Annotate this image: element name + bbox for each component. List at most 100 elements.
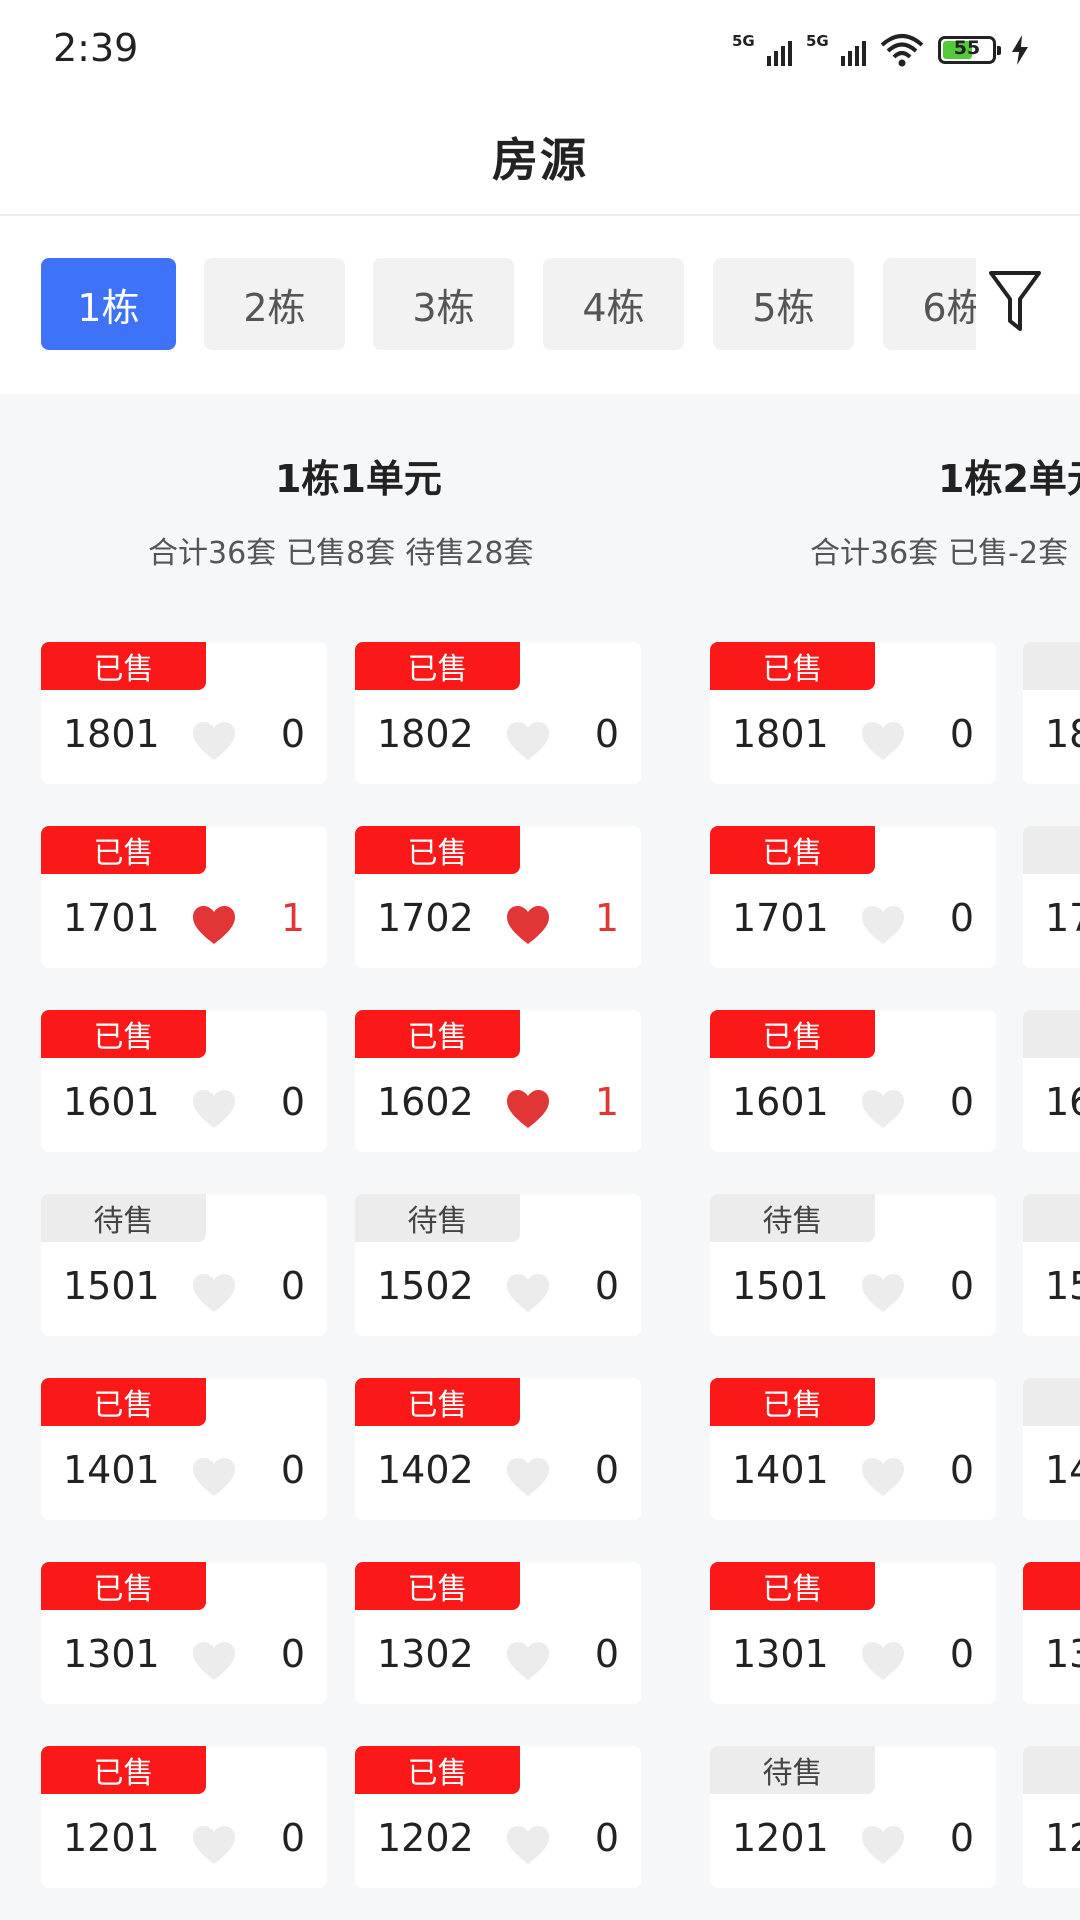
room-number: 1701 — [732, 896, 829, 940]
room-card[interactable]: 已售 1601 0 — [710, 1010, 996, 1152]
status-badge: 待 — [1023, 1378, 1080, 1426]
heart-icon[interactable] — [505, 720, 551, 762]
room-number: 1302 — [377, 1632, 474, 1676]
tab-building-6[interactable]: 6栋 — [883, 258, 976, 350]
heart-icon[interactable] — [191, 904, 237, 946]
room-card[interactable]: 已售 1801 0 — [41, 642, 327, 784]
status-badge: 已售 — [355, 1378, 520, 1426]
heart-icon[interactable] — [860, 1456, 906, 1498]
heart-icon[interactable] — [505, 1824, 551, 1866]
heart-icon[interactable] — [191, 1088, 237, 1130]
unit-sold: 已售8套 — [286, 536, 396, 571]
favorite-count: 0 — [949, 1448, 974, 1492]
status-icons: 5G 5G 55 — [732, 30, 1030, 70]
heart-icon[interactable] — [191, 1824, 237, 1866]
charging-icon — [1012, 35, 1028, 65]
heart-icon[interactable] — [191, 1640, 237, 1682]
heart-icon[interactable] — [191, 1272, 237, 1314]
room-number: 1502 — [377, 1264, 474, 1308]
room-card[interactable]: 已售 1802 0 — [355, 642, 641, 784]
heart-icon[interactable] — [860, 1824, 906, 1866]
room-card[interactable]: 待 16 — [1023, 1010, 1080, 1152]
status-badge: 已售 — [710, 826, 875, 874]
status-badge: 已售 — [355, 1746, 520, 1794]
room-card[interactable]: 已售 1301 0 — [710, 1562, 996, 1704]
room-number: 1301 — [732, 1632, 829, 1676]
room-number: 13 — [1045, 1632, 1080, 1676]
header: 房源 — [0, 100, 1080, 216]
room-number: 1801 — [63, 712, 160, 756]
tab-building-3[interactable]: 3栋 — [373, 258, 514, 350]
room-card[interactable]: 已售 1702 1 — [355, 826, 641, 968]
status-badge: 待售 — [355, 1194, 520, 1242]
heart-icon[interactable] — [860, 1272, 906, 1314]
room-card[interactable]: 待 14 — [1023, 1378, 1080, 1520]
wifi-icon — [880, 34, 924, 67]
room-card[interactable]: 已售 1201 0 — [41, 1746, 327, 1888]
room-card[interactable]: 已售 1801 0 — [710, 642, 996, 784]
room-card[interactable]: 待 18 — [1023, 642, 1080, 784]
room-card[interactable]: 待 17 — [1023, 826, 1080, 968]
room-number: 1801 — [732, 712, 829, 756]
room-card[interactable]: 待 15 — [1023, 1194, 1080, 1336]
heart-icon[interactable] — [191, 1456, 237, 1498]
tab-building-5[interactable]: 5栋 — [713, 258, 854, 350]
status-badge: 已售 — [41, 642, 206, 690]
status-badge: 已售 — [355, 642, 520, 690]
room-card[interactable]: 已售 1701 1 — [41, 826, 327, 968]
unit-title: 1栋1单元 — [275, 457, 442, 501]
favorite-count: 0 — [949, 1632, 974, 1676]
status-badge: 已售 — [710, 1378, 875, 1426]
room-card[interactable]: 已售 1401 0 — [41, 1378, 327, 1520]
room-card[interactable]: 已售 1301 0 — [41, 1562, 327, 1704]
room-card[interactable]: 已售 1402 0 — [355, 1378, 641, 1520]
tab-building-1[interactable]: 1栋 — [41, 258, 176, 350]
room-number: 1401 — [732, 1448, 829, 1492]
building-tabs[interactable]: 1栋 2栋 3栋 4栋 5栋 6栋 — [0, 216, 976, 394]
heart-icon[interactable] — [505, 1456, 551, 1498]
room-number: 1401 — [63, 1448, 160, 1492]
heart-icon[interactable] — [860, 1640, 906, 1682]
status-badge: 已售 — [710, 1010, 875, 1058]
heart-icon[interactable] — [505, 1272, 551, 1314]
room-card[interactable]: 待售 1501 0 — [41, 1194, 327, 1336]
room-card[interactable]: 已售 1202 0 — [355, 1746, 641, 1888]
status-badge: 已售 — [710, 642, 875, 690]
status-badge: 待售 — [710, 1746, 875, 1794]
room-card[interactable]: 已售 1401 0 — [710, 1378, 996, 1520]
room-card[interactable]: 待 12 — [1023, 1746, 1080, 1888]
heart-icon[interactable] — [505, 1088, 551, 1130]
app-screen: 2:39 5G 5G 55 房源 1栋 2栋 3栋 4栋 5栋 6栋 1栋1单元… — [0, 0, 1080, 1920]
tab-building-4[interactable]: 4栋 — [543, 258, 684, 350]
favorite-count: 0 — [594, 712, 619, 756]
units-scroll-area[interactable]: 1栋1单元 合计36套已售8套待售28套 1栋2单元 合计36套已售-2套 已售… — [0, 394, 1080, 1920]
favorite-count: 0 — [280, 1080, 305, 1124]
unit-pending: 待售28套 — [405, 536, 534, 571]
filter-button[interactable] — [985, 266, 1045, 336]
room-card[interactable]: 待售 1502 0 — [355, 1194, 641, 1336]
status-badge: 已售 — [41, 1746, 206, 1794]
heart-icon[interactable] — [505, 904, 551, 946]
room-number: 17 — [1045, 896, 1080, 940]
network-type-label: 5G — [732, 32, 755, 50]
room-number: 1301 — [63, 1632, 160, 1676]
unit-title: 1栋2单元 — [938, 457, 1080, 501]
heart-icon[interactable] — [505, 1640, 551, 1682]
room-card[interactable]: 已 13 — [1023, 1562, 1080, 1704]
room-card[interactable]: 待售 1201 0 — [710, 1746, 996, 1888]
network-type-label: 5G — [806, 32, 829, 50]
favorite-count: 0 — [280, 712, 305, 756]
heart-icon[interactable] — [860, 1088, 906, 1130]
heart-icon[interactable] — [191, 720, 237, 762]
heart-icon[interactable] — [860, 720, 906, 762]
status-badge: 待 — [1023, 826, 1080, 874]
tab-building-2[interactable]: 2栋 — [204, 258, 345, 350]
status-badge: 待售 — [710, 1194, 875, 1242]
room-card[interactable]: 已售 1302 0 — [355, 1562, 641, 1704]
room-card[interactable]: 已售 1602 1 — [355, 1010, 641, 1152]
status-badge: 已售 — [41, 1010, 206, 1058]
room-card[interactable]: 待售 1501 0 — [710, 1194, 996, 1336]
room-card[interactable]: 已售 1601 0 — [41, 1010, 327, 1152]
room-card[interactable]: 已售 1701 0 — [710, 826, 996, 968]
heart-icon[interactable] — [860, 904, 906, 946]
